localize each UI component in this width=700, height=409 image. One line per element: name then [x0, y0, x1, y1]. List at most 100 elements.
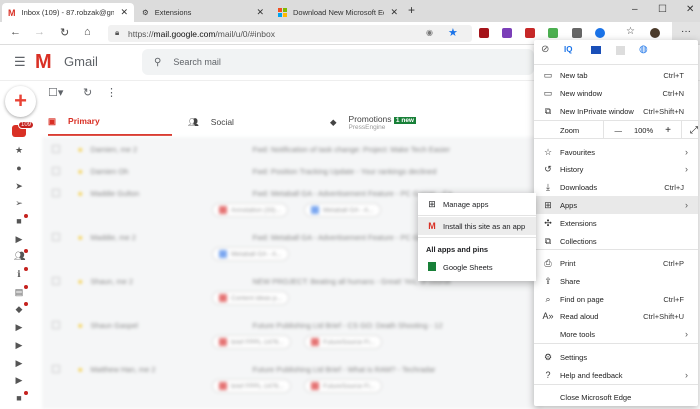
zoom-in-button[interactable]: +	[665, 125, 671, 136]
tab-promotions[interactable]: ◆ Promotions 1 new PressEngine	[330, 108, 416, 136]
label-icon[interactable]: ■	[14, 391, 28, 403]
menu-item-new-window[interactable]: ▭ New window Ctrl+N	[534, 84, 698, 102]
attachment-chip[interactable]: Metaball GA - A...	[212, 247, 289, 261]
row-checkbox[interactable]	[52, 167, 60, 175]
favourites-bar-icon[interactable]: ☆	[626, 26, 635, 37]
fullscreen-icon[interactable]: ⤢	[690, 125, 698, 136]
home-button[interactable]: ⌂	[84, 26, 91, 38]
attachment-chip[interactable]: FutureSource Fi...	[304, 335, 383, 349]
attachment-chip[interactable]: brief FPPL-1476...	[212, 335, 291, 349]
close-tab-icon[interactable]: ✕	[390, 7, 398, 18]
search-mail-input[interactable]: ⚲ Search mail	[142, 49, 534, 75]
zoom-out-button[interactable]: —	[614, 126, 622, 135]
important-icon[interactable]: ➤	[14, 181, 24, 191]
label-icon[interactable]: ▶	[14, 340, 24, 350]
menu-item-find-on-page[interactable]: ⌕ Find on page Ctrl+F	[534, 290, 698, 308]
main-menu-icon[interactable]: ☰	[14, 54, 26, 70]
close-tab-icon[interactable]: ✕	[256, 7, 264, 18]
updates-icon[interactable]: ℹ	[14, 267, 28, 279]
snoozed-icon[interactable]: ●	[14, 163, 24, 173]
menu-item-favourites[interactable]: ☆ Favourites ›	[534, 143, 698, 161]
important-marker-icon[interactable]: ●	[78, 233, 83, 242]
more-vert-icon[interactable]: ⋮	[106, 86, 117, 99]
extension-window-icon[interactable]	[591, 46, 601, 54]
tab-social[interactable]: 👥︎ Social	[188, 108, 234, 136]
row-checkbox[interactable]	[52, 321, 60, 329]
label-icon[interactable]: ▶	[14, 322, 24, 332]
starred-icon[interactable]: ★	[14, 145, 24, 155]
drafts-icon[interactable]: ■	[14, 214, 28, 226]
compose-button[interactable]: +	[5, 86, 36, 117]
email-row[interactable]: ● Damien Oh Fwd: Position Tracking Updat…	[42, 162, 542, 180]
menu-item-collections[interactable]: ⧉ Collections	[534, 232, 698, 250]
important-marker-icon[interactable]: ●	[78, 167, 83, 176]
email-row[interactable]: ● Matthew Han, me 2 Future Publishing Lt…	[42, 360, 542, 378]
email-row[interactable]: ● Shaun Gaspel Future Publishing Ltd Bri…	[42, 316, 542, 334]
label-icon[interactable]: ▶	[14, 358, 24, 368]
google-sheets-item[interactable]: Google Sheets	[418, 258, 536, 276]
tab-edge-download[interactable]: Download New Microsoft Edge ✕	[272, 3, 404, 22]
menu-item-settings[interactable]: ⚙ Settings	[534, 348, 698, 366]
globe-icon[interactable]: ◍	[639, 44, 648, 55]
menu-item-print[interactable]: ⎙ Print Ctrl+P	[534, 254, 698, 272]
important-marker-icon[interactable]: ●	[78, 145, 83, 154]
extension-disabled-icon[interactable]	[616, 46, 625, 55]
label-icon[interactable]: ▶	[14, 375, 24, 385]
iq-extension-icon[interactable]: IQ	[564, 45, 572, 54]
favourite-star-icon[interactable]: ★	[448, 26, 458, 39]
attachment-chip[interactable]: Metaball GA - A...	[304, 203, 381, 217]
menu-item-share[interactable]: ⇪ Share	[534, 272, 698, 290]
tab-extensions[interactable]: ⚙ Extensions ✕	[136, 3, 270, 22]
address-bar[interactable]: 🔒︎ https://mail.google.com/mail/u/0/#inb…	[108, 25, 472, 42]
menu-item-downloads[interactable]: ⤓ Downloads Ctrl+J	[534, 178, 698, 196]
sent-icon[interactable]: ➢	[14, 198, 24, 208]
onenote-icon[interactable]	[502, 28, 512, 38]
menu-item-apps[interactable]: ⊞ Apps ›	[534, 196, 698, 214]
email-row[interactable]: ● Damien, me 2 Fwd: Notification of task…	[42, 140, 542, 158]
extension-green-icon[interactable]	[548, 28, 558, 38]
minimize-button[interactable]: –	[632, 4, 638, 15]
important-marker-icon[interactable]: ●	[78, 365, 83, 374]
block-icon[interactable]: ⊘	[541, 44, 549, 55]
install-site-as-app-item[interactable]: M Install this site as an app	[418, 217, 536, 235]
menu-item-new-tab[interactable]: ▭ New tab Ctrl+T	[534, 66, 698, 84]
attachment-chip[interactable]: FutureSource Fi...	[304, 379, 383, 393]
maximize-button[interactable]: ☐	[658, 4, 667, 15]
tab-primary[interactable]: ▣ Primary	[48, 108, 172, 136]
attachment-chip[interactable]: brief FPPL-1476...	[212, 379, 291, 393]
menu-item-extensions[interactable]: ✣ Extensions	[534, 214, 698, 232]
attachment-chip[interactable]: Annotation (33)...	[212, 203, 288, 217]
forward-button[interactable]: →	[34, 26, 45, 38]
menu-item-help-and-feedback[interactable]: ? Help and feedback ›	[534, 366, 698, 384]
menu-item-new-inprivate-window[interactable]: ⧉ New InPrivate window Ctrl+Shift+N	[534, 102, 698, 120]
back-button[interactable]: ←	[10, 26, 21, 38]
important-marker-icon[interactable]: ●	[78, 277, 83, 286]
tracking-icon[interactable]: ◉	[426, 28, 433, 37]
important-marker-icon[interactable]: ●	[78, 189, 83, 198]
attachment-chip[interactable]: Content ideas p...	[212, 291, 289, 305]
menu-item-close-microsoft-edge[interactable]: Close Microsoft Edge	[534, 388, 698, 406]
gmail-logo-icon[interactable]: M	[35, 51, 52, 74]
row-checkbox[interactable]	[52, 277, 60, 285]
menu-item-read-aloud[interactable]: A» Read aloud Ctrl+Shift+U	[534, 307, 698, 325]
extension-gray-icon[interactable]	[572, 28, 582, 38]
close-tab-icon[interactable]: ✕	[120, 7, 128, 18]
forums-icon[interactable]: ▤	[14, 285, 28, 297]
close-window-button[interactable]: ✕	[686, 4, 694, 15]
menu-item-history[interactable]: ↺ History ›	[534, 160, 698, 178]
new-tab-button[interactable]: +	[408, 3, 415, 17]
menu-item-more-tools[interactable]: More tools ›	[534, 325, 698, 343]
social-icon[interactable]: 👥︎	[14, 249, 28, 261]
row-checkbox[interactable]	[52, 145, 60, 153]
promotions-icon[interactable]: ◆	[14, 302, 28, 314]
extension-shield-icon[interactable]	[479, 28, 489, 38]
row-checkbox[interactable]	[52, 365, 60, 373]
important-marker-icon[interactable]: ●	[78, 321, 83, 330]
row-checkbox[interactable]	[52, 189, 60, 197]
refresh-button[interactable]: ↻	[60, 26, 69, 39]
extension-blue-icon[interactable]	[595, 28, 605, 38]
refresh-icon[interactable]: ↻	[83, 86, 92, 99]
row-checkbox[interactable]	[52, 233, 60, 241]
extension-red-icon[interactable]	[525, 28, 535, 38]
inbox-icon[interactable]: 109	[12, 121, 35, 137]
